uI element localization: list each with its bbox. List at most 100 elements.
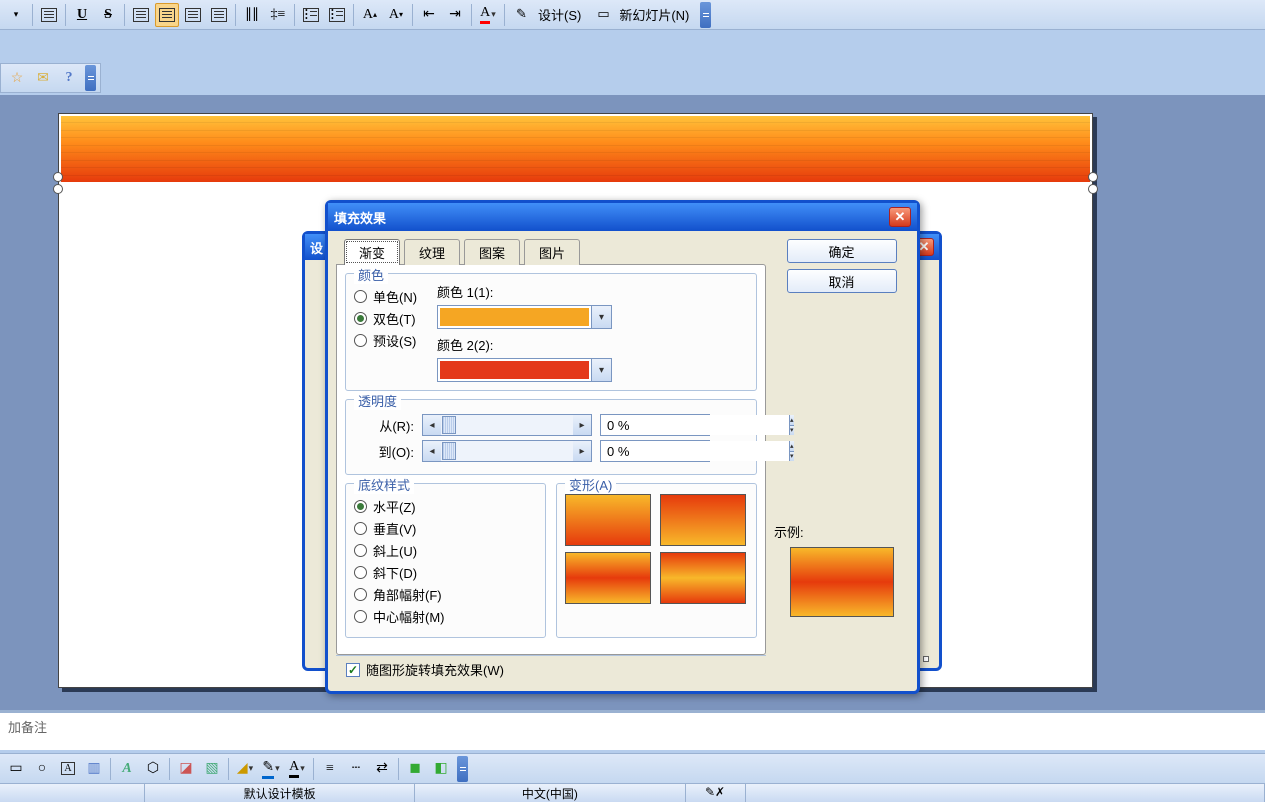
tab-picture[interactable]: 图片	[524, 239, 580, 265]
arrow-style-icon[interactable]: ⇄	[370, 757, 394, 781]
dialog-titlebar[interactable]: 填充效果 ✕	[328, 203, 917, 231]
variant-3[interactable]	[565, 552, 651, 604]
separator	[412, 4, 413, 26]
align-right-button[interactable]	[181, 3, 205, 27]
clipart-icon[interactable]: ◪	[174, 757, 198, 781]
rectangle-shape-icon[interactable]: ▭	[4, 757, 28, 781]
strikethrough-button[interactable]: S	[96, 3, 120, 27]
to-value-input[interactable]: ▴▾	[600, 440, 710, 462]
increase-font-button[interactable]: A▴	[358, 3, 382, 27]
radio-preset[interactable]: 预设(S)	[354, 331, 417, 350]
align-center-button[interactable]	[155, 3, 179, 27]
spin-down-icon[interactable]: ▾	[790, 452, 794, 462]
chart-icon[interactable]: ▥	[82, 757, 106, 781]
variant-1[interactable]	[565, 494, 651, 546]
dropdown-arrow-icon[interactable]: ▾	[591, 306, 611, 328]
new-slide-button[interactable]: ▭ 新幻灯片(N)	[590, 3, 696, 27]
scroll-track[interactable]	[441, 415, 573, 435]
fill-color-button[interactable]: ◢▾	[233, 757, 257, 781]
underline-button[interactable]: U	[70, 3, 94, 27]
text-direction-button[interactable]: ∥∥	[240, 3, 264, 27]
scroll-right-icon[interactable]: ▸	[573, 415, 591, 435]
radio-icon	[354, 522, 367, 535]
to-input[interactable]	[601, 441, 789, 461]
line-spacing-button[interactable]: ‡≡	[266, 3, 290, 27]
radio-label: 角部幅射(F)	[373, 585, 442, 604]
rotate-with-shape-row[interactable]: ✓ 随图形旋转填充效果(W)	[336, 655, 766, 683]
radio-horizontal[interactable]: 水平(Z)	[354, 497, 537, 516]
font-color-button[interactable]: A▾	[476, 3, 500, 27]
tab-pattern[interactable]: 图案	[464, 239, 520, 265]
color2-label: 颜色 2(2):	[437, 335, 612, 354]
variant-2[interactable]	[660, 494, 746, 546]
selection-handle[interactable]	[53, 184, 63, 194]
from-value-input[interactable]: ▴▾	[600, 414, 710, 436]
spin-up-icon[interactable]: ▴	[790, 415, 794, 426]
status-spellcheck-icon[interactable]: ✎✗	[686, 784, 746, 802]
separator	[169, 758, 170, 780]
toolbar-overflow-grip[interactable]	[457, 756, 468, 782]
color1-dropdown[interactable]: ▾	[437, 305, 612, 329]
textbox-icon[interactable]: A	[56, 757, 80, 781]
toolbar-overflow-grip[interactable]	[700, 2, 711, 28]
notes-placeholder: 加备注	[8, 720, 47, 735]
tab-gradient[interactable]: 渐变	[344, 239, 400, 265]
cancel-button[interactable]: 取消	[787, 269, 897, 293]
radio-diag-down[interactable]: 斜下(D)	[354, 563, 537, 582]
scroll-right-icon[interactable]: ▸	[573, 441, 591, 461]
numbering-button[interactable]	[299, 3, 323, 27]
to-slider[interactable]: ◂ ▸	[422, 440, 592, 462]
shadow-icon[interactable]: ◼	[403, 757, 427, 781]
close-button[interactable]: ✕	[889, 207, 911, 227]
align-left-button[interactable]	[129, 3, 153, 27]
notes-pane[interactable]: 加备注	[0, 710, 1265, 750]
spin-down-icon[interactable]: ▾	[790, 426, 794, 436]
ok-button[interactable]: 确定	[787, 239, 897, 263]
bullets-button[interactable]	[325, 3, 349, 27]
scroll-thumb[interactable]	[442, 416, 456, 434]
line-weight-icon[interactable]: ≡	[318, 757, 342, 781]
tab-texture[interactable]: 纹理	[404, 239, 460, 265]
selection-handle[interactable]	[1088, 184, 1098, 194]
radio-from-corner[interactable]: 角部幅射(F)	[354, 585, 537, 604]
toolbar-overflow-grip[interactable]	[85, 65, 96, 91]
oval-shape-icon[interactable]: ○	[30, 757, 54, 781]
favorites-icon[interactable]: ☆	[5, 66, 29, 90]
radio-one-color[interactable]: 单色(N)	[354, 287, 417, 306]
picture-icon[interactable]: ▧	[200, 757, 224, 781]
selection-handle[interactable]	[53, 172, 63, 182]
help-button[interactable]: ?	[57, 66, 81, 90]
3d-icon[interactable]: ◧	[429, 757, 453, 781]
dash-style-icon[interactable]: ┄	[344, 757, 368, 781]
decrease-indent-button[interactable]: ⇤	[417, 3, 441, 27]
decrease-font-button[interactable]: A▾	[384, 3, 408, 27]
align-justify-button[interactable]	[207, 3, 231, 27]
new-slide-icon: ▭	[597, 6, 615, 24]
radio-two-color[interactable]: 双色(T)	[354, 309, 417, 328]
line-color-button[interactable]: ✎▾	[259, 757, 283, 781]
font-color-draw-button[interactable]: A▾	[285, 757, 309, 781]
radio-vertical[interactable]: 垂直(V)	[354, 519, 537, 538]
mail-icon[interactable]: ✉	[31, 66, 55, 90]
diagram-icon[interactable]: ⬡	[141, 757, 165, 781]
scroll-left-icon[interactable]: ◂	[423, 441, 441, 461]
from-input[interactable]	[601, 415, 789, 435]
increase-indent-button[interactable]: ⇥	[443, 3, 467, 27]
scroll-track[interactable]	[441, 441, 573, 461]
radio-from-center[interactable]: 中心幅射(M)	[354, 607, 537, 626]
spin-up-icon[interactable]: ▴	[790, 441, 794, 452]
dropdown-arrow-icon[interactable]: ▾	[591, 359, 611, 381]
font-dropdown-arrow[interactable]: ▾	[4, 3, 28, 27]
scroll-left-icon[interactable]: ◂	[423, 415, 441, 435]
variant-4[interactable]	[660, 552, 746, 604]
from-slider[interactable]: ◂ ▸	[422, 414, 592, 436]
design-button[interactable]: ✎ 设计(S)	[509, 3, 588, 27]
align-distribute-icon[interactable]	[37, 3, 61, 27]
wordart-icon[interactable]: A	[115, 757, 139, 781]
transparency-group-label: 透明度	[354, 391, 401, 410]
selection-handle[interactable]	[1088, 172, 1098, 182]
color2-dropdown[interactable]: ▾	[437, 358, 612, 382]
radio-diag-up[interactable]: 斜上(U)	[354, 541, 537, 560]
radio-label: 垂直(V)	[373, 519, 416, 538]
scroll-thumb[interactable]	[442, 442, 456, 460]
